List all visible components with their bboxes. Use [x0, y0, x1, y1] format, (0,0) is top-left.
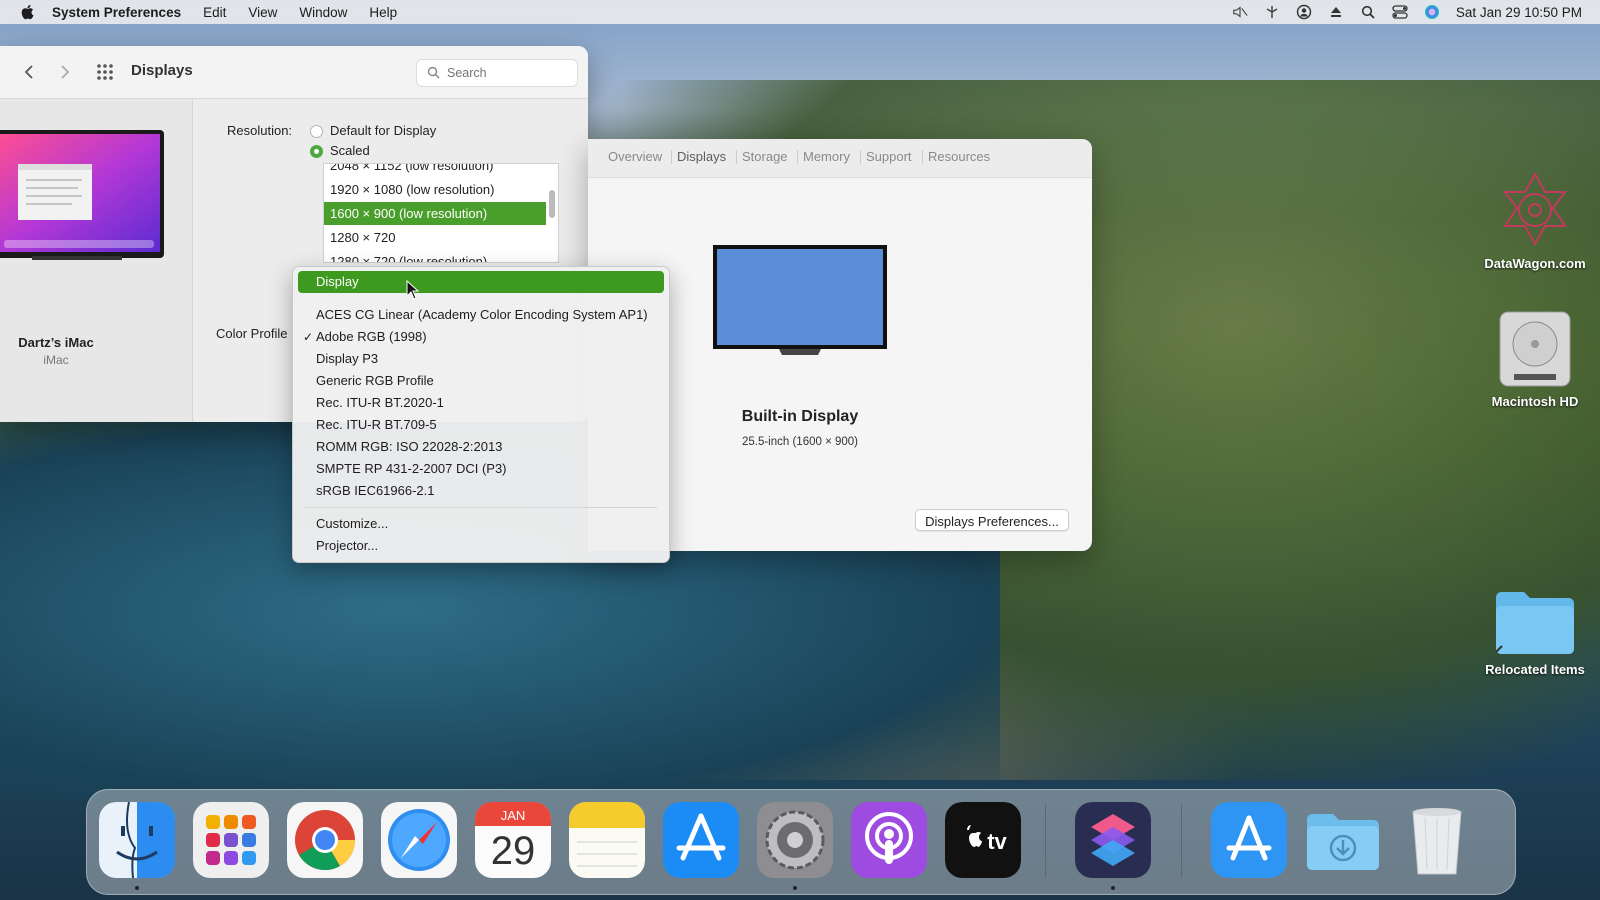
- resolution-option[interactable]: 1920 × 1080 (low resolution): [324, 178, 546, 201]
- dock: JAN 29 tv: [86, 789, 1516, 895]
- radio-scaled-label[interactable]: Scaled: [330, 143, 370, 158]
- menu-item-customize[interactable]: Customize...: [298, 513, 664, 535]
- menu-item-display-p3[interactable]: Display P3: [298, 348, 664, 370]
- notes-icon[interactable]: [569, 802, 645, 878]
- menu-item-display[interactable]: Display: [298, 271, 664, 293]
- color-profile-menu: Display ACES CG Linear (Academy Color En…: [292, 266, 670, 563]
- forward-icon[interactable]: [56, 63, 74, 81]
- running-indicator: [793, 886, 797, 890]
- datawagon-logo-icon: [1503, 171, 1567, 247]
- app-store-icon[interactable]: [663, 802, 739, 878]
- apple-tv-icon[interactable]: tv: [945, 802, 1021, 878]
- menu-item-romm-rgb[interactable]: ROMM RGB: ISO 22028-2:2013: [298, 436, 664, 458]
- user-icon[interactable]: [1296, 4, 1312, 20]
- desktop-icon-label: Relocated Items: [1485, 662, 1585, 677]
- about-tab-bar: Overview Displays Storage Memory Support…: [588, 139, 1092, 178]
- search-icon[interactable]: [1360, 4, 1376, 20]
- menu-window[interactable]: Window: [299, 5, 347, 20]
- dock-separator: [1181, 804, 1182, 878]
- menu-item-rec2020[interactable]: Rec. ITU-R BT.2020-1: [298, 392, 664, 414]
- system-preferences-icon[interactable]: [757, 802, 833, 878]
- menu-item-projector[interactable]: Projector...: [298, 535, 664, 557]
- podcasts-icon[interactable]: [851, 802, 927, 878]
- hard-drive-icon: [1499, 311, 1571, 387]
- menu-item-srgb[interactable]: sRGB IEC61966-2.1: [298, 480, 664, 502]
- resolution-option[interactable]: 1280 × 720 (low resolution): [324, 250, 546, 262]
- resolution-scrollbar[interactable]: [549, 190, 555, 218]
- menu-item-label: Adobe RGB (1998): [316, 329, 427, 344]
- menu-item-generic-rgb[interactable]: Generic RGB Profile: [298, 370, 664, 392]
- resolution-option[interactable]: 2048 × 1152 (low resolution): [324, 164, 546, 177]
- chrome-icon[interactable]: [287, 802, 363, 878]
- search-input[interactable]: [445, 63, 569, 83]
- svg-text:tv: tv: [987, 829, 1007, 854]
- menubar-clock[interactable]: Sat Jan 29 10:50 PM: [1456, 5, 1582, 20]
- shortcuts-icon[interactable]: [1075, 802, 1151, 878]
- tab-displays[interactable]: Displays: [670, 149, 726, 164]
- wifi-icon[interactable]: [1264, 4, 1280, 20]
- search-field-icon: [427, 66, 440, 79]
- tab-overview[interactable]: Overview: [608, 149, 662, 164]
- color-profile-label: Color Profile: [216, 326, 288, 341]
- menu-item-smpte[interactable]: SMPTE RP 431-2-2007 DCI (P3): [298, 458, 664, 480]
- imac-thumbnail[interactable]: [0, 130, 164, 260]
- mouse-cursor-icon: [406, 280, 420, 300]
- back-icon[interactable]: [20, 63, 38, 81]
- displays-preferences-button[interactable]: Displays Preferences...: [915, 509, 1069, 531]
- mute-icon[interactable]: [1232, 4, 1248, 20]
- menu-item-label: ACES CG Linear (Academy Color Encoding S…: [316, 307, 648, 322]
- menu-edit[interactable]: Edit: [203, 5, 226, 20]
- running-indicator: [1111, 886, 1115, 890]
- eject-icon[interactable]: [1328, 4, 1344, 20]
- resolution-label: Resolution:: [227, 123, 293, 138]
- desktop-icon-datawagon[interactable]: DataWagon.com: [1480, 170, 1590, 271]
- calendar-icon[interactable]: JAN 29: [475, 802, 551, 878]
- tab-storage[interactable]: Storage: [736, 149, 788, 164]
- trash-icon[interactable]: [1399, 802, 1475, 878]
- calendar-month: JAN: [501, 808, 526, 823]
- safari-icon[interactable]: [381, 802, 457, 878]
- downloads-folder-icon[interactable]: [1305, 802, 1381, 878]
- app-store-download-icon[interactable]: [1211, 802, 1287, 878]
- show-all-grid-icon[interactable]: [96, 63, 114, 81]
- running-indicator: [135, 886, 139, 890]
- folder-icon: [1495, 592, 1574, 654]
- display-sidebar: Dartz’s iMac iMac: [0, 99, 193, 422]
- menu-item-adobe-rgb[interactable]: ✓ Adobe RGB (1998): [298, 326, 664, 348]
- menu-bar: System Preferences Edit View Window Help…: [0, 0, 1600, 24]
- control-center-icon[interactable]: [1392, 4, 1408, 20]
- resolution-option-selected[interactable]: 1600 × 900 (low resolution): [324, 202, 546, 225]
- desktop-icon-label: Macintosh HD: [1491, 394, 1579, 409]
- desktop-icon-label: DataWagon.com: [1484, 256, 1586, 271]
- built-in-display-graphic: [713, 245, 887, 355]
- checkmark-icon: ✓: [303, 330, 314, 344]
- desktop-icon-relocated-items[interactable]: Relocated Items: [1480, 590, 1590, 677]
- search-field[interactable]: [416, 59, 578, 87]
- finder-icon[interactable]: [99, 802, 175, 878]
- menu-item-rec709[interactable]: Rec. ITU-R BT.709-5: [298, 414, 664, 436]
- radio-scaled[interactable]: [310, 145, 323, 158]
- menu-view[interactable]: View: [248, 5, 277, 20]
- window-title: Displays: [131, 62, 193, 79]
- tab-resources[interactable]: Resources: [921, 149, 990, 164]
- tab-memory[interactable]: Memory: [797, 149, 850, 164]
- tab-support[interactable]: Support: [860, 149, 912, 164]
- desktop-icon-macintosh-hd[interactable]: Macintosh HD: [1480, 310, 1590, 409]
- apple-menu-icon[interactable]: [20, 4, 34, 20]
- calendar-day: 29: [491, 829, 536, 873]
- dock-separator: [1045, 804, 1046, 878]
- menu-item-aces[interactable]: ACES CG Linear (Academy Color Encoding S…: [298, 304, 664, 326]
- menu-separator: [305, 507, 657, 508]
- resolution-list[interactable]: 2048 × 1152 (low resolution) 1920 × 1080…: [323, 163, 559, 263]
- radio-default-for-display[interactable]: [310, 125, 323, 138]
- siri-icon[interactable]: [1424, 4, 1440, 20]
- launchpad-icon[interactable]: [193, 802, 269, 878]
- menu-app-name[interactable]: System Preferences: [52, 5, 181, 20]
- sp-toolbar: Displays: [0, 46, 588, 99]
- resolution-option[interactable]: 1280 × 720: [324, 226, 546, 249]
- radio-default-label[interactable]: Default for Display: [330, 123, 436, 138]
- device-type: iMac: [43, 353, 69, 367]
- device-name: Dartz’s iMac: [18, 335, 94, 350]
- menu-help[interactable]: Help: [369, 5, 397, 20]
